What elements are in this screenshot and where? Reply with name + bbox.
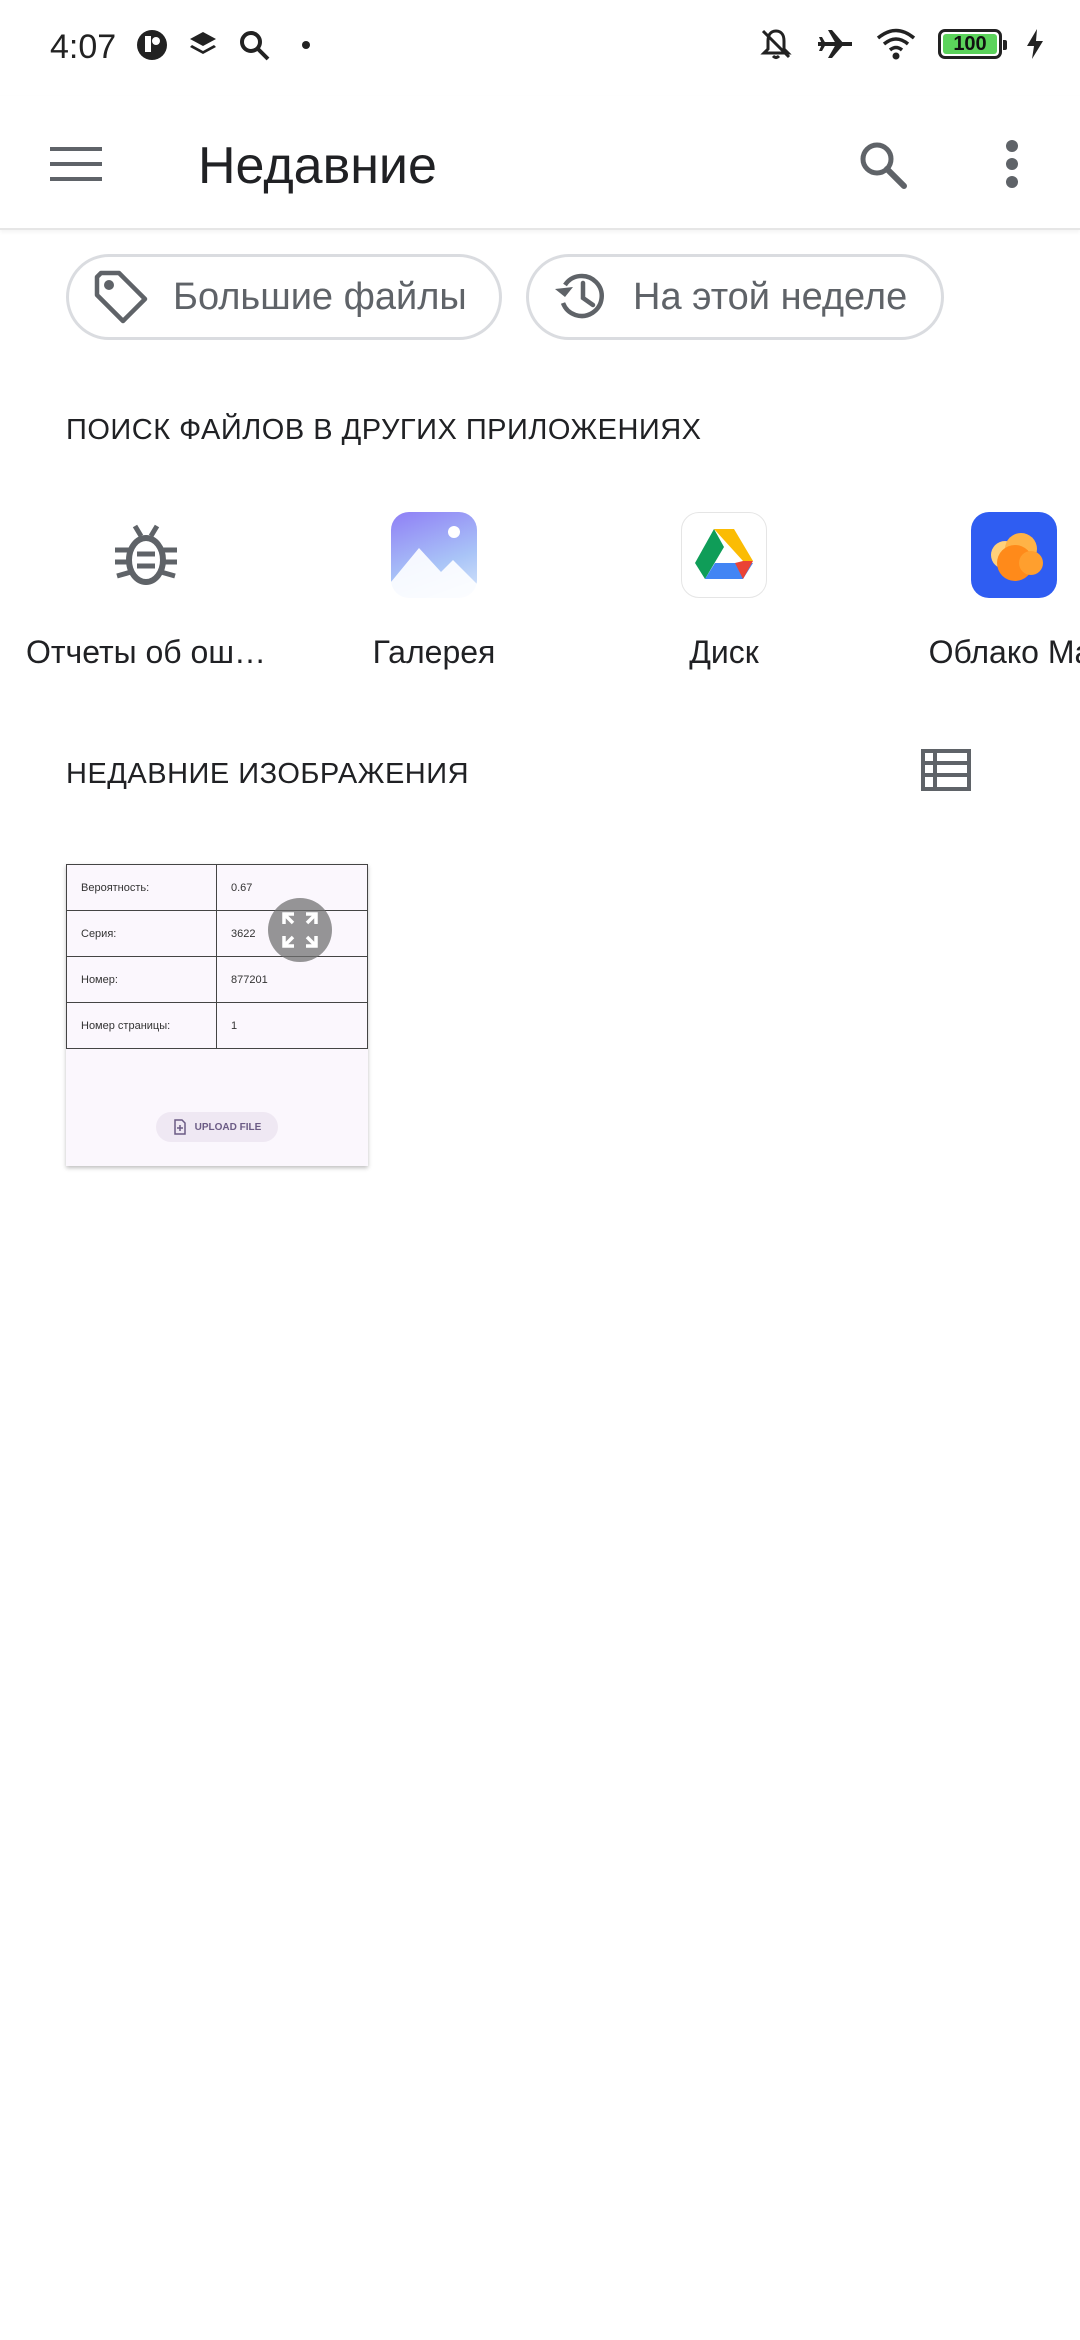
table-cell-label: Номер страницы: [66, 1002, 217, 1049]
drive-icon [681, 512, 767, 598]
chip-large-files[interactable]: Большие файлы [66, 254, 502, 340]
app-cloud-mail-label: Облако Mai [928, 634, 1080, 670]
app-cloud-mail[interactable]: Облако Mai [874, 512, 1080, 671]
battery-icon: 100 [938, 29, 1007, 59]
table-cell-label: Номер: [66, 956, 217, 1003]
app-gallery[interactable]: Галерея [294, 512, 574, 671]
upload-file-label: UPLOAD FILE [194, 1121, 262, 1133]
bug-icon [103, 512, 189, 598]
table-row: Вероятность: 0.67 [66, 864, 368, 911]
status-time: 4:07 [50, 28, 117, 66]
table-cell-value: 877201 [216, 956, 368, 1003]
app-icon [137, 30, 167, 60]
search-icon [240, 31, 270, 61]
airplane-icon [818, 30, 852, 58]
app-bar: Недавние [0, 96, 1080, 230]
gallery-icon [391, 512, 477, 598]
battery-level: 100 [953, 32, 987, 55]
chip-large-files-label: Большие файлы [173, 275, 467, 318]
section-title-other-apps: ПОИСК ФАЙЛОВ В ДРУГИХ ПРИЛОЖЕНИЯХ [66, 414, 702, 446]
thumbnail-table: Вероятность: 0.67 Серия: 3622 Номер: 877… [66, 864, 368, 1049]
table-cell-label: Серия: [66, 910, 217, 957]
section-title-recent-images: НЕДАВНИЕ ИЗОБРАЖЕНИЯ [66, 758, 470, 790]
list-view-icon[interactable] [918, 742, 974, 798]
table-cell-label: Вероятность: [66, 864, 217, 911]
table-row: Номер: 877201 [66, 956, 368, 1003]
app-bug-reports[interactable]: Отчеты об ош… [6, 512, 286, 671]
bell-off-icon [760, 29, 792, 59]
status-left-icons [135, 28, 323, 62]
chip-this-week-label: На этой неделе [633, 275, 908, 318]
page-title: Недавние [198, 137, 437, 195]
wifi-icon [876, 28, 916, 60]
app-drive[interactable]: Диск [584, 512, 864, 671]
search-icon[interactable] [850, 132, 914, 196]
tag-icon [94, 270, 148, 324]
status-right-icons: 100 [758, 26, 1046, 62]
expand-icon[interactable] [268, 898, 332, 962]
table-cell-value: 1 [216, 1002, 368, 1049]
hamburger-menu-icon[interactable] [44, 136, 108, 192]
dot-icon [302, 41, 310, 49]
upload-file-button: UPLOAD FILE [156, 1112, 278, 1142]
app-drive-label: Диск [689, 634, 759, 670]
cloud-icon [971, 512, 1057, 598]
app-bug-reports-label: Отчеты об ош… [26, 634, 266, 670]
chip-this-week[interactable]: На этой неделе [526, 254, 944, 340]
recent-image-thumbnail[interactable]: Вероятность: 0.67 Серия: 3622 Номер: 877… [66, 864, 368, 1166]
table-row: Номер страницы: 1 [66, 1002, 368, 1049]
app-gallery-label: Галерея [372, 634, 496, 670]
status-bar: 4:07 100 [0, 0, 1080, 96]
more-vert-icon[interactable] [980, 132, 1044, 196]
file-add-icon [173, 1119, 186, 1135]
history-icon [555, 273, 604, 319]
charging-icon [1027, 29, 1043, 59]
layers-icon [190, 32, 216, 54]
